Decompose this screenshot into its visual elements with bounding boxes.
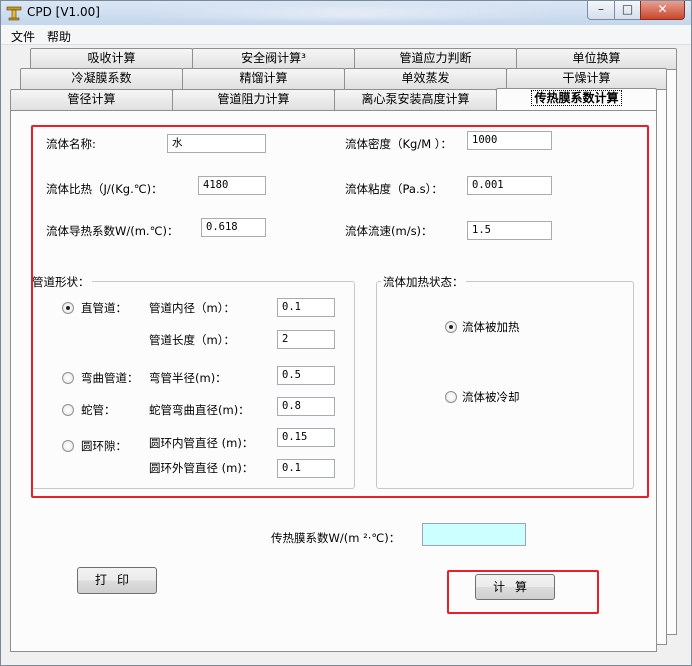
annulus-outer-input[interactable]: 0.1 [277,459,335,478]
close-icon: ✕ [657,2,668,16]
bend-radius-label: 弯管半径(m)： [149,371,227,385]
maximize-icon: □ [621,2,634,16]
result-output [422,523,526,546]
result-label: 传热膜系数W/(m ²·℃)： [271,531,401,545]
maximize-button[interactable]: □ [614,1,641,20]
title-bar: CPD [V1.00] – □ ✕ [1,1,691,25]
pipe-shape-group: 管道形状： 直管道： 管道内径（m）： 0.1 管道长度（m）： 2 弯曲管道：… [30,274,355,489]
straight-pipe-label[interactable]: 直管道： [81,300,127,316]
annulus-outer-label: 圆环外管直径 (m)： [149,461,254,475]
coil-pipe-radio[interactable] [62,404,74,416]
app-window: CPD [V1.00] – □ ✕ 文件 帮助 吸收计算 安全阀计算³ 管道应力… [0,0,692,666]
specific-heat-input[interactable]: 4180 [198,176,266,195]
velocity-input[interactable]: 1.5 [467,221,552,240]
cooled-label[interactable]: 流体被冷却 [462,389,520,405]
annulus-inner-label: 圆环内管直径 (m)： [149,436,254,450]
minimize-icon: – [598,2,604,16]
fluid-name-input[interactable]: 水 [167,134,266,153]
pipe-shape-title: 管道形状： [30,274,92,290]
density-label: 流体密度（Kg/M ）： [345,137,453,151]
blurred-title-region [141,7,561,19]
menu-bar: 文件 帮助 [1,25,691,45]
inner-diameter-input[interactable]: 0.1 [277,298,335,317]
coil-pipe-label[interactable]: 蛇管： [81,402,116,418]
length-input[interactable]: 2 [277,330,335,349]
minimize-button[interactable]: – [587,1,615,20]
tab-heat-transfer[interactable]: 传热膜系数计算 [496,88,657,110]
coil-diameter-input[interactable]: 0.8 [277,397,335,416]
fluid-name-label: 流体名称: [46,137,96,151]
tab-evaporation[interactable]: 单效蒸发 [344,68,507,89]
viscosity-input[interactable]: 0.001 [467,176,552,195]
tab-unit-conversion[interactable]: 单位换算 [516,48,677,69]
inner-diameter-label: 管道内径（m）： [149,301,235,315]
bent-pipe-label[interactable]: 弯曲管道： [81,370,139,386]
print-button[interactable]: 打印 [77,567,157,594]
length-label: 管道长度（m）： [149,333,235,347]
heated-radio[interactable] [445,321,457,333]
heat-transfer-panel: 流体名称: 水 流体密度（Kg/M ）： 1000 流体比热（J/(Kg.℃)：… [10,110,657,652]
tab-heat-transfer-label: 传热膜系数计算 [531,90,622,106]
close-button[interactable]: ✕ [640,1,685,20]
annulus-label[interactable]: 圆环隙： [81,438,127,454]
straight-pipe-radio[interactable] [62,302,74,314]
menu-file[interactable]: 文件 [11,28,35,45]
heating-state-title: 流体加热状态： [381,274,466,290]
tab-absorption[interactable]: 吸收计算 [30,48,193,69]
velocity-label: 流体流速(m/s)： [345,224,433,238]
cooled-radio[interactable] [445,391,457,403]
conductivity-input[interactable]: 0.618 [201,218,266,237]
bent-pipe-radio[interactable] [62,372,74,384]
density-input[interactable]: 1000 [467,131,552,150]
tab-pipe-stress[interactable]: 管道应力判断 [354,48,517,69]
app-icon [6,6,22,21]
menu-help[interactable]: 帮助 [47,28,71,45]
bend-radius-input[interactable]: 0.5 [277,366,335,385]
tab-pump-height[interactable]: 离心泵安装高度计算 [334,89,497,110]
window-title: CPD [V1.00] [27,5,100,19]
tab-distillation[interactable]: 精馏计算 [182,68,345,89]
tab-pipe-resistance[interactable]: 管道阻力计算 [172,89,335,110]
tab-drying[interactable]: 干燥计算 [506,68,667,89]
heating-state-group: 流体加热状态： 流体被加热 流体被冷却 [376,274,634,489]
heated-label[interactable]: 流体被加热 [462,319,520,335]
tab-safety-valve[interactable]: 安全阀计算³ [192,48,355,69]
coil-diameter-label: 蛇管弯曲直径(m)： [149,403,250,417]
compute-button[interactable]: 计算 [475,574,555,600]
conductivity-label: 流体导热系数W/(m.℃)： [46,224,179,238]
tab-condensation[interactable]: 冷凝膜系数 [20,68,183,89]
tab-pipe-diameter[interactable]: 管径计算 [10,89,173,110]
viscosity-label: 流体粘度（Pa.s）： [345,182,443,196]
annulus-radio[interactable] [62,440,74,452]
specific-heat-label: 流体比热（J/(Kg.℃)： [46,182,163,196]
annulus-inner-input[interactable]: 0.15 [277,428,335,447]
